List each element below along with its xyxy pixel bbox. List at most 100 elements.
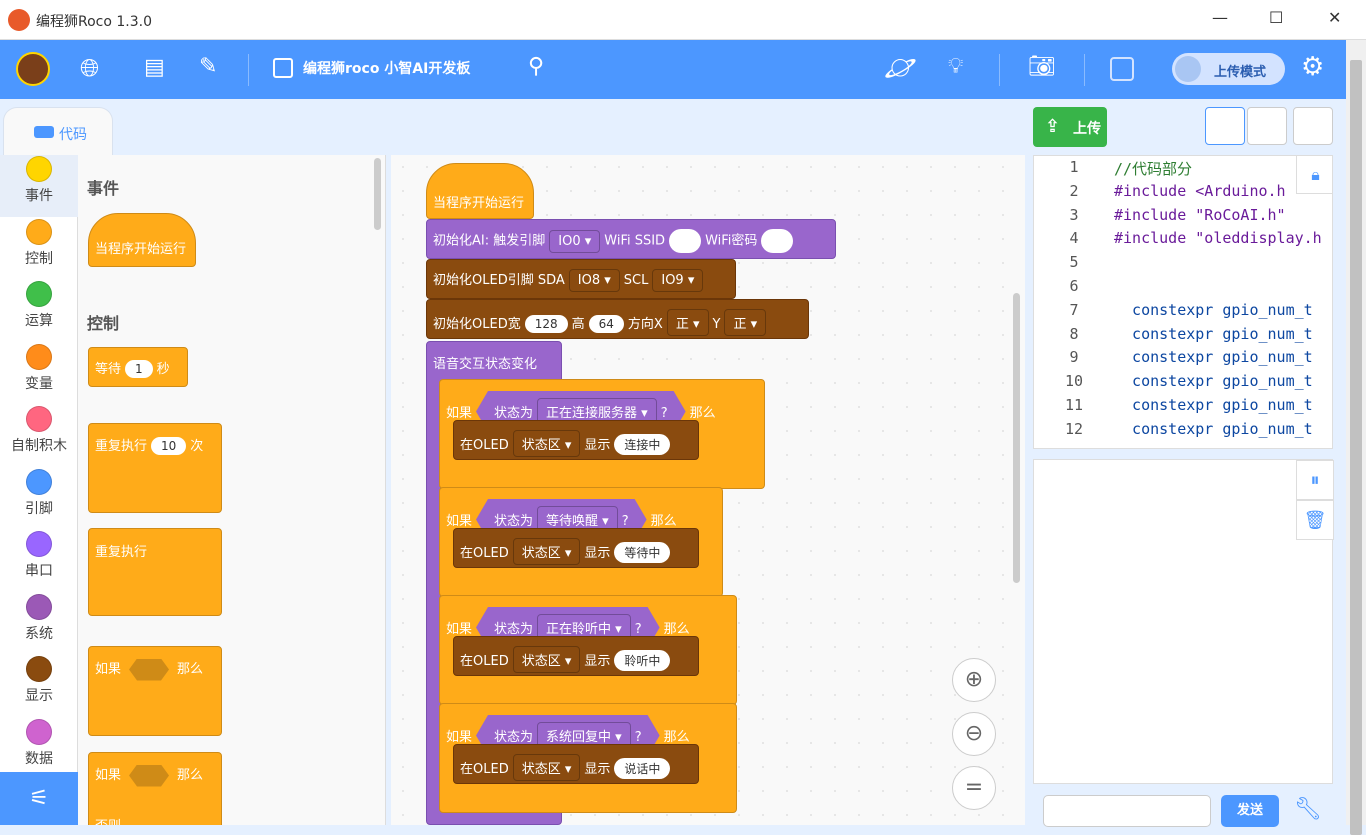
init-oled-pins-block[interactable]: 初始化OLED引脚 SDAIO8SCLIO9 [426, 259, 736, 299]
repeat-n-block[interactable]: 重复执行 10 次 [88, 423, 222, 513]
bulb-icon[interactable]: 💡︎ [948, 54, 963, 79]
script-canvas[interactable]: 当程序开始运行 初始化AI: 触发引脚IO0WiFi SSID WiFi密码 初始… [391, 155, 1025, 825]
scrollbar-thumb[interactable] [1350, 60, 1362, 835]
usb-icon[interactable]: ⚲ [528, 54, 544, 79]
dir-y-dropdown[interactable]: 正 [724, 309, 767, 336]
text-input[interactable]: 说话中 [614, 758, 671, 779]
globe-icon[interactable]: 🌐︎ [80, 54, 99, 82]
upload-button[interactable]: ⇪ 上传 [1033, 107, 1107, 147]
category-item[interactable]: 运算 [0, 280, 78, 342]
width-input[interactable]: 128 [524, 315, 568, 333]
file-icon[interactable]: ▤ [144, 55, 165, 80]
height-input[interactable]: 64 [588, 315, 624, 333]
block-label: WiFi密码 [705, 233, 758, 249]
code-editor[interactable]: 1//代码部分 2 #include <Arduino.h 3 #include "Ro… [1033, 155, 1333, 449]
condition-slot[interactable] [129, 764, 170, 787]
planet-icon[interactable]: 🪐︎ [884, 53, 917, 83]
on-start-block[interactable]: 当程序开始运行 [88, 213, 196, 267]
category-item[interactable]: 数据 [0, 718, 78, 780]
layout-split-right-button[interactable] [1205, 107, 1245, 145]
ssid-input[interactable] [669, 229, 702, 253]
hat-block[interactable]: 当程序开始运行 [426, 163, 534, 219]
block-label: 显示 [584, 438, 611, 453]
block-label: 状态为 [494, 622, 534, 637]
gear-icon[interactable]: ⚙ [1301, 52, 1324, 82]
lock-icon[interactable]: 🔒︎ [1296, 156, 1332, 194]
wrench-icon[interactable]: 🔧︎ [1294, 797, 1322, 822]
password-input[interactable] [761, 229, 794, 253]
block-label: 显示 [584, 762, 611, 777]
zoom-out-button[interactable]: ⊖ [952, 712, 996, 756]
area-dropdown[interactable]: 状态区 [512, 754, 581, 781]
dir-x-dropdown[interactable]: 正 [666, 309, 709, 336]
text-input[interactable]: 等待中 [614, 542, 671, 563]
if-block[interactable]: 如果 状态为系统回复中? 那么 在OLED状态区显示说话中 [439, 703, 737, 813]
category-item[interactable]: 串口 [0, 530, 78, 592]
layout-full-button[interactable] [1293, 107, 1333, 145]
area-dropdown[interactable]: 状态区 [512, 430, 581, 457]
maximize-button[interactable]: ☐ [1269, 8, 1283, 27]
category-item[interactable]: 自制积木 [0, 405, 78, 467]
text-input[interactable]: 连接中 [614, 434, 671, 455]
category-item[interactable]: 系统 [0, 593, 78, 655]
if-block[interactable]: 如果 状态为等待唤醒? 那么 在OLED状态区显示等待中 [439, 487, 723, 597]
category-item[interactable]: 显示 [0, 655, 78, 717]
category-item[interactable]: 事件 [0, 155, 78, 217]
canvas-scrollbar[interactable] [1013, 293, 1020, 583]
line-number: 11 [1034, 396, 1114, 414]
block-label: 如果 [95, 662, 122, 677]
scl-dropdown[interactable]: IO9 [652, 269, 704, 292]
chip-device-icon[interactable] [1110, 57, 1134, 81]
pause-icon[interactable]: ⏸︎ [1296, 460, 1334, 500]
code-line: #include "RoCoAI.h" [1114, 205, 1286, 224]
zoom-in-button[interactable]: ⊕ [952, 658, 996, 702]
init-oled-size-block[interactable]: 初始化OLED宽128高64方向X正Y正 [426, 299, 809, 339]
if-block[interactable]: 如果 状态为正在连接服务器? 那么 在OLED状态区显示连接中 [439, 379, 765, 489]
category-item[interactable]: 引脚 [0, 468, 78, 530]
sda-dropdown[interactable]: IO8 [568, 269, 620, 292]
forever-block[interactable]: 重复执行 [88, 528, 222, 616]
oled-display-block[interactable]: 在OLED状态区显示等待中 [453, 528, 699, 568]
if-block[interactable]: 如果 那么 [88, 646, 222, 736]
pin-dropdown[interactable]: IO0 [549, 229, 601, 253]
send-input[interactable] [1043, 795, 1211, 827]
area-dropdown[interactable]: 状态区 [512, 538, 581, 565]
edit-icon[interactable]: ✎ [199, 54, 217, 79]
board-selector[interactable]: 编程狮roco 小智AI开发板 [273, 58, 470, 78]
divider [999, 54, 1000, 86]
close-button[interactable]: ✕ [1328, 8, 1341, 27]
init-ai-block[interactable]: 初始化AI: 触发引脚IO0WiFi SSID WiFi密码 [426, 219, 836, 259]
roco-logo-icon[interactable] [16, 52, 50, 86]
block-label: 当程序开始运行 [433, 196, 525, 211]
wait-input[interactable]: 1 [125, 360, 153, 378]
area-dropdown[interactable]: 状态区 [512, 646, 581, 673]
trash-icon[interactable]: 🗑︎ [1296, 500, 1334, 540]
condition-slot[interactable] [129, 658, 170, 681]
add-extension-button[interactable]: ⚟ [0, 772, 78, 825]
block-label: 如果 [446, 730, 473, 745]
wait-block[interactable]: 等待 1 秒 [88, 347, 188, 387]
category-item[interactable]: 控制 [0, 218, 78, 280]
app-logo-icon [8, 9, 30, 31]
minimize-button[interactable]: — [1212, 8, 1228, 27]
send-button[interactable]: 发送 [1221, 795, 1279, 827]
window-scrollbar[interactable] [1346, 40, 1366, 835]
category-item[interactable]: 变量 [0, 343, 78, 405]
mode-toggle[interactable]: 上传模式 [1172, 53, 1285, 85]
zoom-reset-button[interactable]: = [952, 766, 996, 810]
serial-console[interactable]: ⏸︎ 🗑︎ [1033, 459, 1334, 784]
layout-split-button[interactable] [1247, 107, 1287, 145]
block-label: 那么 [177, 768, 204, 783]
repeat-input[interactable]: 10 [151, 437, 187, 455]
if-else-block[interactable]: 如果 那么 否则 [88, 752, 222, 825]
oled-display-block[interactable]: 在OLED状态区显示说话中 [453, 744, 699, 784]
main-toolbar: 🌐︎ ▤ ✎ 编程狮roco 小智AI开发板 ⚲ 🪐︎ 💡︎ 📷︎ 上传模式 ⚙ [0, 40, 1366, 99]
camera-icon[interactable]: 📷︎ [1028, 54, 1056, 79]
if-block[interactable]: 如果 状态为正在聆听中? 那么 在OLED状态区显示聆听中 [439, 595, 737, 705]
oled-display-block[interactable]: 在OLED状态区显示连接中 [453, 420, 699, 460]
text-input[interactable]: 聆听中 [614, 650, 671, 671]
tab-code[interactable]: 代码 [3, 107, 113, 155]
oled-display-block[interactable]: 在OLED状态区显示聆听中 [453, 636, 699, 676]
block-label: 方向X [627, 317, 663, 332]
palette-scrollbar[interactable] [374, 158, 381, 230]
